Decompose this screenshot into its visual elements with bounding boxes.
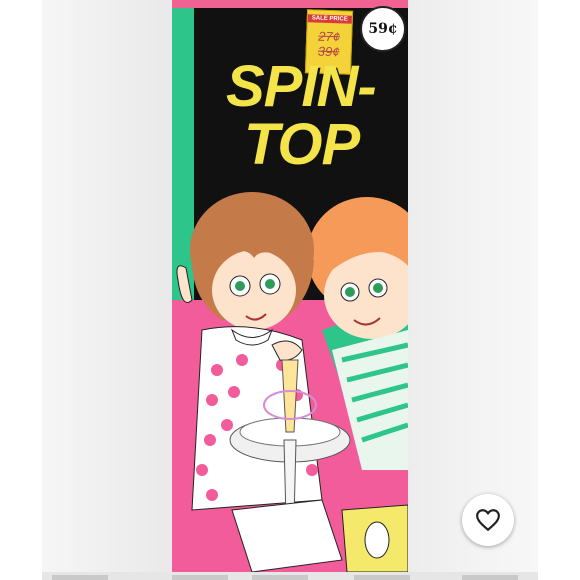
thumbnail[interactable] bbox=[252, 575, 308, 580]
thumbnail[interactable] bbox=[52, 575, 108, 580]
thumbnail[interactable] bbox=[172, 575, 228, 580]
thumbnail-strip bbox=[42, 572, 538, 580]
sticker-price-1: 27¢ bbox=[318, 28, 341, 45]
package-title: SPIN- TOP bbox=[226, 58, 406, 174]
thumbnail[interactable] bbox=[462, 575, 518, 580]
like-button[interactable] bbox=[462, 494, 514, 546]
sale-price-label: SALE PRICE bbox=[307, 14, 352, 24]
price-badge: 59¢ bbox=[360, 6, 406, 52]
toy-package: SALE PRICE 27¢ 39¢ 59¢ SPIN- TOP bbox=[172, 0, 408, 572]
thumbnail[interactable] bbox=[354, 575, 410, 580]
photo-background-right bbox=[406, 0, 538, 572]
heart-outline-icon bbox=[476, 509, 500, 531]
photo-background-left bbox=[42, 0, 174, 572]
title-line-1: SPIN- bbox=[226, 54, 377, 119]
title-line-2: TOP bbox=[244, 112, 360, 177]
